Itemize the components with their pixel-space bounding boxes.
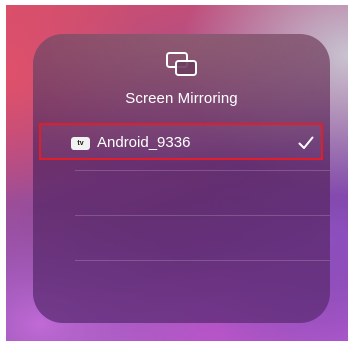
- screen-mirroring-panel: Screen Mirroring tv Android_9336: [33, 34, 330, 323]
- divider: [75, 170, 330, 171]
- device-row-android-9336[interactable]: tv Android_9336: [39, 123, 323, 160]
- divider: [75, 215, 330, 216]
- apple-tv-icon: tv: [71, 137, 90, 150]
- device-name: Android_9336: [97, 134, 191, 151]
- divider: [75, 260, 330, 261]
- panel-title: Screen Mirroring: [125, 90, 238, 107]
- checkmark-icon: [298, 136, 314, 149]
- device-badge-label: tv: [77, 140, 84, 147]
- screen-mirroring-icon: [166, 52, 197, 76]
